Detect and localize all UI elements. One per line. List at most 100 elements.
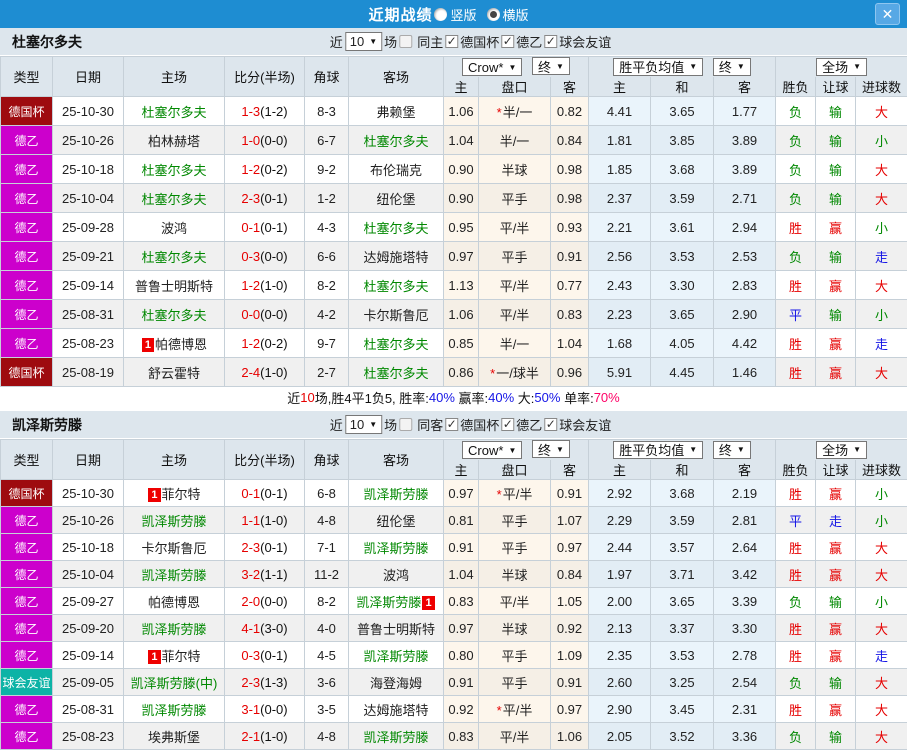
avg-lose-cell: 2.90 [712, 299, 777, 329]
team-name-link[interactable]: 杜塞尔多夫 [363, 134, 428, 149]
team-name-link[interactable]: 普鲁士明斯特 [357, 622, 435, 637]
away-team-cell: 弗赖堡 [348, 96, 444, 126]
team-name-link[interactable]: 凯泽斯劳滕(中) [131, 676, 218, 691]
match-row: 德国杯 25-10-30 1 菲尔特 0-1(0-1) 6-8 凯泽斯劳滕 0.97 *平/半 0… [0, 479, 907, 507]
team-name-link[interactable]: 杜塞尔多夫 [363, 337, 428, 352]
team-name-link[interactable]: 普鲁士明斯特 [135, 279, 213, 294]
odds-time-select[interactable]: 终 ▼ [532, 57, 570, 76]
avg-type-select[interactable]: 胜平负均值 ▼ [613, 57, 704, 76]
radio-vertical-layout[interactable]: 竖版 [434, 5, 477, 24]
team-name-link[interactable]: 达姆施塔特 [363, 703, 428, 718]
handicap-result-cell: 输 [815, 299, 857, 329]
cup-filter-checkbox[interactable]: ✓ [445, 418, 459, 431]
team-name-link[interactable]: 凯泽斯劳滕 [141, 568, 206, 583]
liga2-filter-checkbox[interactable]: ✓ [501, 34, 515, 48]
liga2-filter-checkbox[interactable]: ✓ [501, 418, 515, 431]
friendly-filter-checkbox[interactable]: ✓ [544, 35, 558, 48]
team-name-link[interactable]: 菲尔特 [162, 649, 201, 664]
team-name-link[interactable]: 杜塞尔多夫 [363, 221, 428, 236]
avg-type-select[interactable]: 胜平负均值 ▼ [613, 440, 704, 459]
corner-cell: 3-5 [304, 695, 349, 723]
avg-win-cell: 1.97 [588, 560, 651, 588]
away-odds-cell: 0.91 [550, 668, 589, 696]
team-name-link[interactable]: 杜塞尔多夫 [141, 192, 206, 207]
team-name-link[interactable]: 杜塞尔多夫 [141, 308, 206, 323]
radio-unselected-icon[interactable] [434, 7, 448, 21]
radio-selected-icon[interactable] [486, 7, 500, 21]
team-name-link[interactable]: 杜塞尔多夫 [363, 279, 428, 294]
cup-filter-checkbox[interactable]: ✓ [445, 35, 459, 48]
radio-horizontal-layout[interactable]: 横版 [486, 5, 529, 24]
away-odds-cell: 0.84 [550, 125, 589, 155]
team-name-link[interactable]: 卡尔斯鲁厄 [363, 308, 428, 323]
same-home-checkbox[interactable] [399, 35, 413, 48]
away-team-cell: 纽伦堡 [348, 506, 444, 534]
team-name-link[interactable]: 杜塞尔多夫 [141, 105, 206, 120]
team-name-link[interactable]: 埃弗斯堡 [148, 730, 200, 745]
same-away-checkbox[interactable] [399, 418, 413, 431]
chevron-down-icon: ▼ [556, 444, 564, 454]
avg-time-select[interactable]: 终 ▼ [712, 57, 751, 76]
team-name-link[interactable]: 菲尔特 [162, 487, 201, 502]
team-name-link[interactable]: 凯泽斯劳滕 [363, 541, 428, 556]
team-name-link[interactable]: 卡尔斯鲁厄 [141, 541, 206, 556]
handicap-cell: *半/一 [478, 96, 551, 126]
team-name-link[interactable]: 纽伦堡 [376, 514, 415, 529]
match-count-select[interactable]: 10 ▼ [344, 415, 383, 434]
avg-lose-cell: 2.31 [712, 695, 777, 723]
team-name-link[interactable]: 布伦瑞克 [370, 163, 422, 178]
friendly-filter-checkbox[interactable]: ✓ [544, 417, 558, 431]
home-odds-cell: 1.06 [443, 96, 479, 126]
team-name-link[interactable]: 帕德博恩 [155, 337, 207, 352]
period-select[interactable]: 全场 ▼ [816, 57, 867, 76]
team-name-link[interactable]: 凯泽斯劳滕 [363, 487, 428, 502]
handicap-cell: 半/一 [478, 125, 551, 155]
team-name-link[interactable]: 舒云霍特 [148, 366, 200, 381]
team-name-link[interactable]: 弗赖堡 [376, 105, 415, 120]
close-button[interactable]: ✕ [875, 3, 900, 25]
handicap-result-cell: 输 [815, 722, 857, 750]
filter-bar: 近 10 ▼ 场 同主 ✓ 德国杯 ✓ 德乙 ✓ 球会友谊 [329, 32, 612, 51]
odds-time-select[interactable]: 终 ▼ [532, 440, 570, 459]
team-name-link[interactable]: 凯泽斯劳滕 [141, 622, 206, 637]
avg-win-cell: 2.92 [588, 479, 651, 507]
avg-draw-cell: 4.05 [650, 328, 714, 358]
wdl-result-cell: 胜 [775, 270, 817, 300]
team-name-link[interactable]: 凯泽斯劳滕 [356, 595, 421, 610]
handicap-result-cell: 赢 [815, 533, 857, 561]
check-icon: ✓ [502, 34, 513, 48]
team-name-link[interactable]: 杜塞尔多夫 [141, 163, 206, 178]
handicap-cell: 平/半 [478, 299, 551, 329]
league-type-cell: 德国杯 [0, 96, 53, 126]
liga2-filter-label: 德乙 [516, 35, 543, 50]
team-name-link[interactable]: 波鸿 [161, 221, 187, 236]
team-name-link[interactable]: 帕德博恩 [148, 595, 200, 610]
match-row: 德乙 25-08-23 埃弗斯堡 2-1(1-0) 4-8 凯泽斯劳滕 0.83 平/半 1.0… [0, 722, 907, 750]
team-name-link[interactable]: 达姆施塔特 [363, 250, 428, 265]
team-name-link[interactable]: 凯泽斯劳滕 [141, 514, 206, 529]
avg-draw-cell: 3.59 [650, 506, 714, 534]
team-name-link[interactable]: 波鸿 [383, 568, 409, 583]
bookmaker-select[interactable]: Crow* ▼ [462, 441, 523, 460]
period-select[interactable]: 全场 ▼ [816, 440, 867, 459]
team-name-link[interactable]: 纽伦堡 [376, 192, 415, 207]
team-name-link[interactable]: 凯泽斯劳滕 [141, 703, 206, 718]
team-name-link[interactable]: 海登海姆 [370, 676, 422, 691]
match-count-select[interactable]: 10 ▼ [344, 32, 383, 51]
wdl-result-cell: 负 [775, 241, 817, 271]
check-icon: ✓ [545, 417, 556, 431]
chevron-down-icon: ▼ [556, 61, 564, 71]
col-header-avg-draw: 和 [650, 459, 714, 480]
odds-changed-star: * [490, 365, 496, 381]
league-type-cell: 德乙 [0, 614, 53, 642]
avg-time-select[interactable]: 终 ▼ [712, 440, 751, 459]
team-name-link[interactable]: 凯泽斯劳滕 [363, 649, 428, 664]
odds-changed-star: * [496, 104, 502, 120]
team-name-link[interactable]: 凯泽斯劳滕 [363, 730, 428, 745]
col-header-handicap: 盘口 [478, 459, 551, 480]
team-name-link[interactable]: 柏林赫塔 [148, 134, 200, 149]
handicap-result-cell: 输 [815, 183, 857, 213]
team-name-link[interactable]: 杜塞尔多夫 [363, 366, 428, 381]
bookmaker-select[interactable]: Crow* ▼ [462, 58, 523, 77]
team-name-link[interactable]: 杜塞尔多夫 [141, 250, 206, 265]
